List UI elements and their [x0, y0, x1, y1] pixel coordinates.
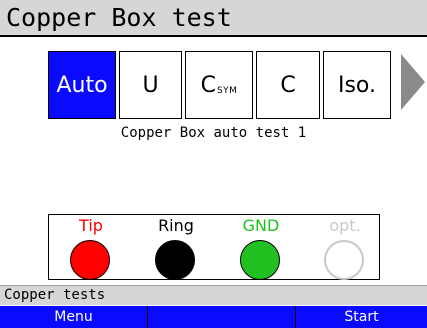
terminal-ring-dot	[155, 240, 195, 280]
tab-u[interactable]: U	[119, 51, 182, 119]
middle-softkey[interactable]	[148, 306, 296, 328]
terminal-panel: Tip Ring GND opt.	[48, 214, 380, 280]
start-button[interactable]: Start	[296, 306, 427, 328]
title-bar: Copper Box test	[0, 0, 427, 37]
terminal-opt-dot	[324, 240, 364, 280]
terminal-gnd-label: GND	[242, 216, 280, 235]
softkey-bar: Menu Start	[0, 306, 427, 328]
page-title: Copper Box test	[6, 3, 232, 32]
menu-button[interactable]: Menu	[0, 306, 148, 328]
terminal-opt: opt.	[314, 215, 376, 281]
tab-c-sym[interactable]: C SYM	[185, 51, 253, 119]
tab-c[interactable]: C	[256, 51, 320, 119]
tab-c-label: C	[280, 72, 296, 98]
terminal-gnd: GND	[230, 215, 292, 281]
terminal-tip-label: Tip	[79, 216, 103, 235]
tab-auto-label: Auto	[56, 72, 108, 98]
tab-c-sym-label: C	[200, 72, 216, 98]
terminal-tip: Tip	[60, 215, 122, 281]
tab-iso[interactable]: Iso.	[323, 51, 391, 119]
tab-iso-label: Iso.	[337, 72, 377, 98]
test-description: Copper Box auto test 1	[120, 125, 307, 141]
terminal-opt-label: opt.	[329, 216, 361, 235]
status-bar: Copper tests	[0, 285, 427, 305]
terminal-gnd-dot	[240, 240, 280, 280]
tab-auto[interactable]: Auto	[48, 51, 116, 119]
status-text: Copper tests	[4, 287, 106, 303]
terminal-ring-label: Ring	[158, 216, 194, 235]
chevron-right-icon[interactable]	[401, 54, 425, 110]
test-tabs: Auto U C SYM C Iso.	[0, 51, 427, 121]
terminal-ring: Ring	[145, 215, 207, 281]
terminal-tip-dot	[70, 240, 110, 280]
tab-u-label: U	[142, 72, 159, 98]
tab-c-sym-subscript: SYM	[216, 86, 238, 96]
